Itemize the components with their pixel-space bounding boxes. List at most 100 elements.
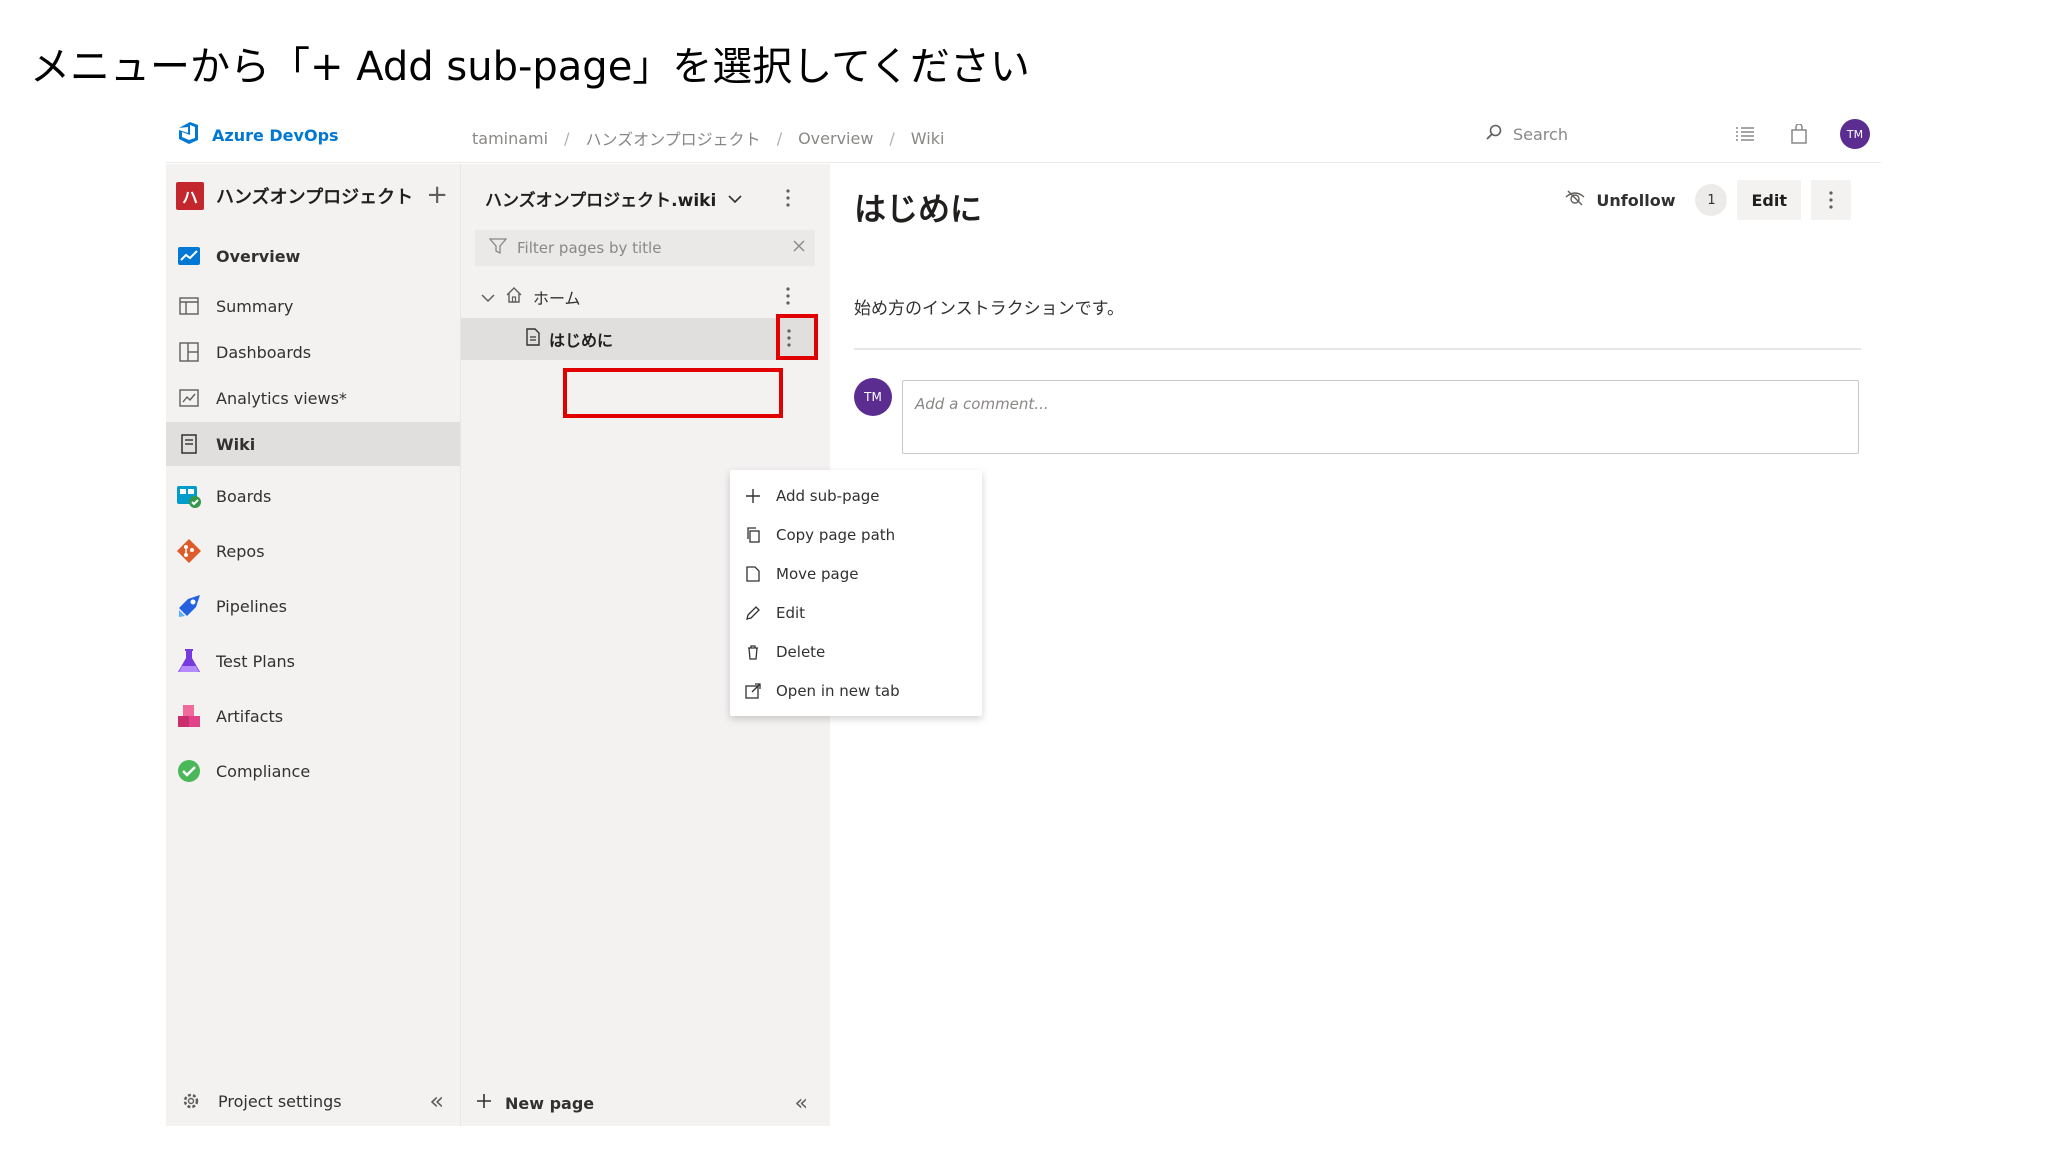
nav-item-label: Wiki bbox=[216, 434, 256, 454]
nav-item-label: Overview bbox=[216, 246, 301, 266]
nav-item-artifacts[interactable]: Artifacts bbox=[166, 694, 460, 738]
nav-item-label: Pipelines bbox=[216, 596, 287, 616]
menu-item-label: Edit bbox=[776, 603, 806, 622]
clear-filter-icon[interactable] bbox=[791, 238, 807, 258]
page-title: はじめに bbox=[854, 190, 983, 228]
project-badge: ハ bbox=[176, 182, 204, 210]
menu-item-label: Add sub-page bbox=[776, 486, 880, 505]
nav-item-label: Summary bbox=[216, 296, 294, 316]
menu-item-label: Copy page path bbox=[776, 525, 896, 544]
artifacts-icon bbox=[176, 703, 202, 729]
project-settings[interactable]: Project settings « bbox=[166, 1076, 460, 1126]
page-more-icon[interactable] bbox=[1811, 180, 1851, 220]
tree-item-home[interactable]: ホーム bbox=[481, 280, 821, 314]
wiki-more-icon[interactable] bbox=[785, 188, 791, 212]
page-icon bbox=[525, 328, 541, 350]
nav-item-repos[interactable]: Repos bbox=[166, 529, 460, 573]
user-avatar[interactable]: TM bbox=[1840, 119, 1870, 149]
unfollow-button[interactable]: Unfollow bbox=[1554, 182, 1685, 218]
menu-item-open-in-new-tab[interactable]: Open in new tab bbox=[730, 671, 982, 710]
breadcrumb: taminami / ハンズオンプロジェクト / Overview / Wiki bbox=[472, 126, 944, 150]
plus-icon bbox=[744, 487, 762, 505]
list-icon[interactable] bbox=[1732, 121, 1758, 147]
project-name: ハンズオンプロジェクト bbox=[216, 187, 414, 208]
edit-button[interactable]: Edit bbox=[1737, 180, 1801, 220]
move-icon bbox=[744, 565, 762, 583]
breadcrumb-overview[interactable]: Overview bbox=[798, 129, 873, 148]
dashboards-icon bbox=[176, 339, 202, 365]
gear-icon bbox=[178, 1088, 204, 1114]
menu-item-label: Move page bbox=[776, 564, 859, 583]
instruction-text: メニューから「+ Add sub-page」を選択してください bbox=[30, 44, 1030, 90]
breadcrumb-separator: / bbox=[889, 128, 895, 148]
collapse-nav-icon[interactable]: « bbox=[429, 1087, 444, 1115]
trash-icon bbox=[744, 643, 762, 661]
page-context-menu: Add sub-page Copy page path Move page Ed… bbox=[730, 470, 982, 716]
search-input[interactable]: Search bbox=[1475, 116, 1701, 152]
menu-item-copy-page-path[interactable]: Copy page path bbox=[730, 515, 982, 554]
nav-item-label: Analytics views* bbox=[216, 388, 347, 408]
nav-item-summary[interactable]: Summary bbox=[166, 284, 460, 328]
test-plans-icon bbox=[176, 648, 202, 674]
nav-item-compliance[interactable]: Compliance bbox=[166, 749, 460, 793]
open-new-tab-icon bbox=[744, 682, 762, 700]
copy-icon bbox=[744, 526, 762, 544]
menu-item-label: Delete bbox=[776, 642, 826, 661]
shopping-bag-icon[interactable] bbox=[1786, 121, 1812, 147]
menu-item-edit[interactable]: Edit bbox=[730, 593, 982, 632]
project-selector[interactable]: ハ ハンズオンプロジェクト + bbox=[176, 178, 448, 214]
breadcrumb-separator: / bbox=[776, 128, 783, 148]
chevron-down-icon[interactable] bbox=[481, 288, 495, 307]
tree-item-label: ホーム bbox=[533, 289, 581, 308]
filter-icon bbox=[488, 237, 508, 259]
brand[interactable]: Azure DevOps bbox=[176, 120, 339, 150]
nav-item-test-plans[interactable]: Test Plans bbox=[166, 639, 460, 683]
comment-input[interactable]: Add a comment... bbox=[902, 380, 1859, 454]
breadcrumb-org[interactable]: taminami bbox=[472, 129, 548, 148]
menu-item-delete[interactable]: Delete bbox=[730, 632, 982, 671]
breadcrumb-wiki[interactable]: Wiki bbox=[911, 129, 945, 148]
nav-item-overview[interactable]: Overview bbox=[166, 234, 460, 278]
page-body-text: 始め方のインストラクションです。 bbox=[854, 299, 1124, 319]
page-actions: Unfollow 1 Edit bbox=[1554, 180, 1851, 220]
new-page-button[interactable]: New page bbox=[475, 1092, 594, 1114]
top-bar: Azure DevOps taminami / ハンズオンプロジェクト / Ov… bbox=[166, 106, 1881, 163]
nav-item-wiki[interactable]: Wiki bbox=[166, 422, 460, 466]
wiki-content: はじめに Unfollow 1 Edit 始め方のインストラクションです。 TM… bbox=[830, 164, 1881, 1126]
add-project-icon[interactable]: + bbox=[426, 182, 448, 208]
compliance-icon bbox=[176, 758, 202, 784]
nav-item-pipelines[interactable]: Pipelines bbox=[166, 584, 460, 628]
analytics-icon bbox=[176, 385, 202, 411]
nav-item-label: Artifacts bbox=[216, 706, 284, 726]
breadcrumb-separator: / bbox=[564, 128, 570, 148]
nav-item-analytics-views[interactable]: Analytics views* bbox=[166, 376, 460, 420]
menu-item-add-sub-page[interactable]: Add sub-page bbox=[730, 476, 982, 515]
new-page-label: New page bbox=[505, 1093, 595, 1113]
azure-devops-logo-icon bbox=[176, 120, 202, 150]
unfollow-icon bbox=[1564, 189, 1586, 211]
nav-item-label: Repos bbox=[216, 541, 265, 561]
left-navigation: ハ ハンズオンプロジェクト + Overview Summary Dashboa… bbox=[166, 164, 460, 1126]
menu-item-move-page[interactable]: Move page bbox=[730, 554, 982, 593]
highlight-more-button bbox=[776, 314, 818, 360]
nav-item-label: Test Plans bbox=[216, 651, 295, 671]
divider bbox=[854, 348, 1861, 350]
nav-item-label: Boards bbox=[216, 486, 272, 506]
nav-item-dashboards[interactable]: Dashboards bbox=[166, 330, 460, 374]
collapse-tree-icon[interactable]: « bbox=[795, 1091, 808, 1116]
overview-icon bbox=[176, 243, 202, 269]
tree-item-label: はじめに bbox=[549, 331, 614, 350]
brand-name: Azure DevOps bbox=[212, 125, 339, 145]
highlight-add-sub-page bbox=[563, 368, 783, 418]
search-icon bbox=[1485, 123, 1503, 145]
nav-item-boards[interactable]: Boards bbox=[166, 474, 460, 518]
tree-item-page[interactable]: はじめに bbox=[461, 318, 817, 360]
plus-icon bbox=[475, 1092, 493, 1114]
breadcrumb-project[interactable]: ハンズオンプロジェクト bbox=[585, 126, 760, 150]
wiki-selector[interactable]: ハンズオンプロジェクト.wiki bbox=[485, 186, 742, 211]
chevron-down-icon bbox=[728, 189, 742, 209]
home-more-icon[interactable] bbox=[785, 286, 791, 310]
azure-devops-window: Azure DevOps taminami / ハンズオンプロジェクト / Ov… bbox=[166, 106, 1881, 1126]
nav-item-label: Compliance bbox=[216, 761, 311, 781]
filter-pages-input[interactable]: Filter pages by title bbox=[475, 230, 815, 266]
